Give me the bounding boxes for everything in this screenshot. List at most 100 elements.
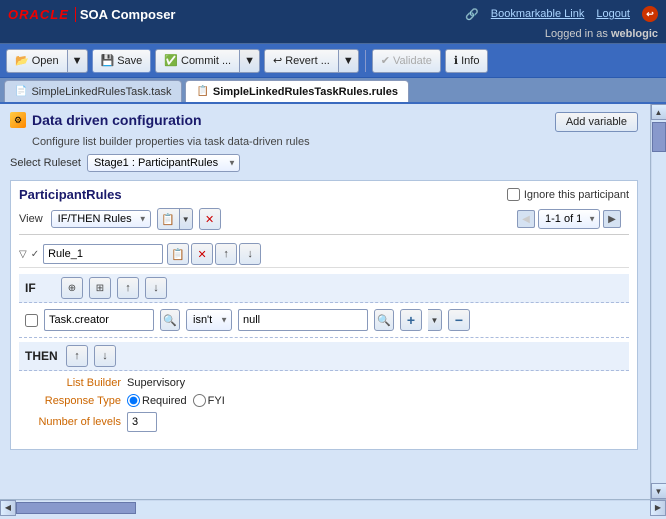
condition-op-wrapper: isn't ▼: [186, 309, 232, 331]
ignore-checkbox-row: Ignore this participant: [507, 188, 629, 201]
rule-delete-btn[interactable]: ✕: [191, 243, 213, 265]
revert-dropdown-button[interactable]: ▼: [338, 49, 359, 73]
condition-value-input[interactable]: [238, 309, 368, 331]
bookmarkable-link[interactable]: Bookmarkable Link: [491, 8, 585, 20]
tab-task[interactable]: 📄 SimpleLinkedRulesTask.task: [4, 80, 182, 102]
info-button[interactable]: ℹ Info: [445, 49, 489, 73]
top-bar: ORACLE SOA Composer 🔗 Bookmarkable Link …: [0, 0, 666, 28]
ruleset-label: Select Ruleset: [10, 157, 81, 169]
condition-field-input[interactable]: [44, 309, 154, 331]
required-radio-label[interactable]: Required: [127, 394, 187, 407]
login-text: Logged in as weblogic: [545, 28, 658, 40]
save-button[interactable]: 💾 Save: [92, 49, 152, 73]
rule-name-input[interactable]: [43, 244, 163, 264]
condition-checkbox[interactable]: [25, 314, 38, 327]
delete-row-button[interactable]: ✕: [199, 208, 221, 230]
nav-next-button[interactable]: ▶: [603, 210, 621, 228]
config-header: ⚙ Data driven configuration Add variable: [10, 112, 638, 132]
fyi-radio[interactable]: [193, 394, 206, 407]
rule-action-buttons: 📋 ✕ ↑ ↓: [167, 243, 261, 265]
horizontal-scrollbar[interactable]: ◀ ▶: [0, 499, 666, 515]
config-icon: ⚙: [10, 112, 26, 128]
tabs-bar: 📄 SimpleLinkedRulesTask.task 📋 SimpleLin…: [0, 78, 666, 104]
ignore-checkbox[interactable]: [507, 188, 520, 201]
open-button[interactable]: 📂 Open: [6, 49, 67, 73]
logout-link[interactable]: Logout: [596, 8, 630, 20]
folder-icon: 📂: [15, 54, 29, 67]
required-radio[interactable]: [127, 394, 140, 407]
rule-add-btn[interactable]: 📋: [167, 243, 189, 265]
rule-expand-toggle[interactable]: ▽: [19, 249, 27, 260]
then-section: THEN ↑ ↓ List Builder Supervisory Respon…: [19, 342, 629, 443]
condition-remove-btn[interactable]: −: [448, 309, 470, 331]
then-response-type-row: Response Type Required FYI: [31, 394, 617, 407]
rule-up-btn[interactable]: ↑: [215, 243, 237, 265]
tab-rules-icon: 📋: [196, 86, 208, 97]
toolbar: 📂 Open ▼ 💾 Save ✅ Commit ... ▼ ↩ Revert …: [0, 44, 666, 78]
if-down-btn[interactable]: ↓: [145, 277, 167, 299]
rules-panel: ParticipantRules Ignore this participant…: [10, 180, 638, 450]
h-scroll-track: [16, 501, 650, 515]
config-description: Configure list builder properties via ta…: [32, 136, 638, 148]
scroll-down-button[interactable]: ▼: [651, 483, 666, 499]
app-logo: ORACLE SOA Composer: [8, 7, 175, 22]
then-up-btn[interactable]: ↑: [66, 345, 88, 367]
rules-content: ⚙ Data driven configuration Add variable…: [0, 104, 666, 458]
commit-icon: ✅: [164, 54, 178, 67]
tab-task-label: SimpleLinkedRulesTask.task: [31, 86, 171, 98]
required-radio-text: Required: [142, 395, 187, 407]
scroll-up-button[interactable]: ▲: [651, 104, 666, 120]
levels-input[interactable]: [127, 412, 157, 432]
if-add-group-btn[interactable]: ⊞: [89, 277, 111, 299]
if-add-condition-btn[interactable]: ⊕: [61, 277, 83, 299]
condition-op-select[interactable]: isn't: [186, 309, 232, 331]
if-header: IF ⊕ ⊞ ↑ ↓: [19, 274, 629, 303]
then-header: THEN ↑ ↓: [19, 342, 629, 371]
ruleset-select[interactable]: Stage1 : ParticipantRules: [87, 154, 240, 172]
vertical-scrollbar[interactable]: ▲ ▼: [650, 104, 666, 499]
toolbar-divider: [365, 50, 366, 72]
open-dropdown-button[interactable]: ▼: [67, 49, 88, 73]
revert-button[interactable]: ↩ Revert ...: [264, 49, 338, 73]
ruleset-select-wrapper: Stage1 : ParticipantRules ▼: [87, 154, 240, 172]
response-type-label: Response Type: [31, 395, 121, 407]
commit-dropdown-button[interactable]: ▼: [239, 49, 260, 73]
login-bar: Logged in as weblogic: [0, 28, 666, 44]
view-toolbar: View IF/THEN Rules ▼ 📋 ▼ ✕ ◀: [19, 208, 629, 235]
rule-down-btn[interactable]: ↓: [239, 243, 261, 265]
view-label: View: [19, 213, 43, 225]
then-down-btn[interactable]: ↓: [94, 345, 116, 367]
config-title: Data driven configuration: [32, 112, 202, 128]
validate-button[interactable]: ✔ Validate: [372, 49, 441, 73]
add-row-button[interactable]: 📋: [157, 208, 179, 230]
add-row-dropdown[interactable]: ▼: [179, 208, 193, 230]
scroll-right-button[interactable]: ▶: [650, 500, 666, 516]
h-scroll-thumb[interactable]: [16, 502, 136, 514]
logout-icon: ↩: [642, 6, 658, 22]
info-icon: ℹ: [454, 54, 458, 67]
list-builder-label: List Builder: [31, 377, 121, 389]
save-icon: 💾: [101, 54, 115, 67]
condition-add-dropdown[interactable]: ▼: [428, 309, 442, 331]
if-up-btn[interactable]: ↑: [117, 277, 139, 299]
then-list-builder-row: List Builder Supervisory: [31, 377, 617, 389]
nav-controls: ◀ 1-1 of 1 ▼ ▶: [517, 209, 621, 229]
commit-button[interactable]: ✅ Commit ...: [155, 49, 239, 73]
ignore-label: Ignore this participant: [524, 189, 629, 201]
add-variable-button[interactable]: Add variable: [555, 112, 638, 132]
soa-title: SOA Composer: [80, 7, 176, 22]
scroll-thumb[interactable]: [652, 122, 666, 152]
page-select[interactable]: 1-1 of 1: [538, 209, 600, 229]
tab-rules[interactable]: 📋 SimpleLinkedRulesTaskRules.rules: [185, 80, 408, 102]
rule-collapse-toggle[interactable]: ✓: [31, 249, 39, 260]
fyi-radio-label[interactable]: FYI: [193, 394, 225, 407]
nav-prev-button[interactable]: ◀: [517, 210, 535, 228]
levels-label: Number of levels: [31, 416, 121, 428]
fyi-radio-text: FYI: [208, 395, 225, 407]
condition-field-search-btn[interactable]: 🔍: [160, 309, 180, 331]
scroll-left-button[interactable]: ◀: [0, 500, 16, 516]
condition-value-search-btn[interactable]: 🔍: [374, 309, 394, 331]
view-select[interactable]: IF/THEN Rules: [51, 210, 151, 228]
if-condition-row: 🔍 isn't ▼ 🔍 + ▼ −: [19, 303, 629, 338]
condition-add-btn[interactable]: +: [400, 309, 422, 331]
